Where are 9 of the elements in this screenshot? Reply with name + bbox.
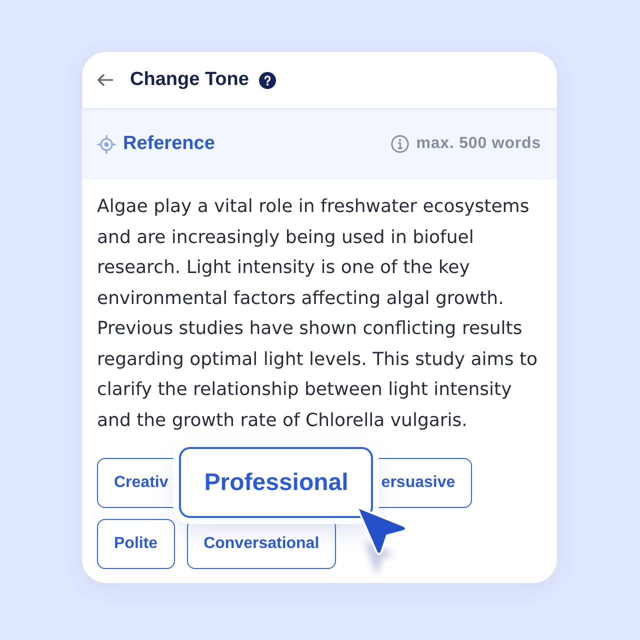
reference-paragraph: Algae play a vital role in freshwater ecosystems and are increasingly being used in biofuel research. Light intensity is one of the key environmental factors affecting algal growth. Previous studies have shown conflicting results regarding optimal light levels. This study aims to clarify the relationship between light intensity and the growth rate of Chlorella vulgaris. [97,195,539,432]
word-limit-text: max. 500 words [416,135,541,153]
dialog-title: Change Tone [130,69,249,91]
info-icon [391,135,410,153]
section-label: Reference [123,133,215,155]
tone-option[interactable]: Polite [97,519,175,569]
target-icon [97,134,116,154]
help-icon[interactable] [258,72,276,88]
back-arrow-icon[interactable] [97,74,113,86]
